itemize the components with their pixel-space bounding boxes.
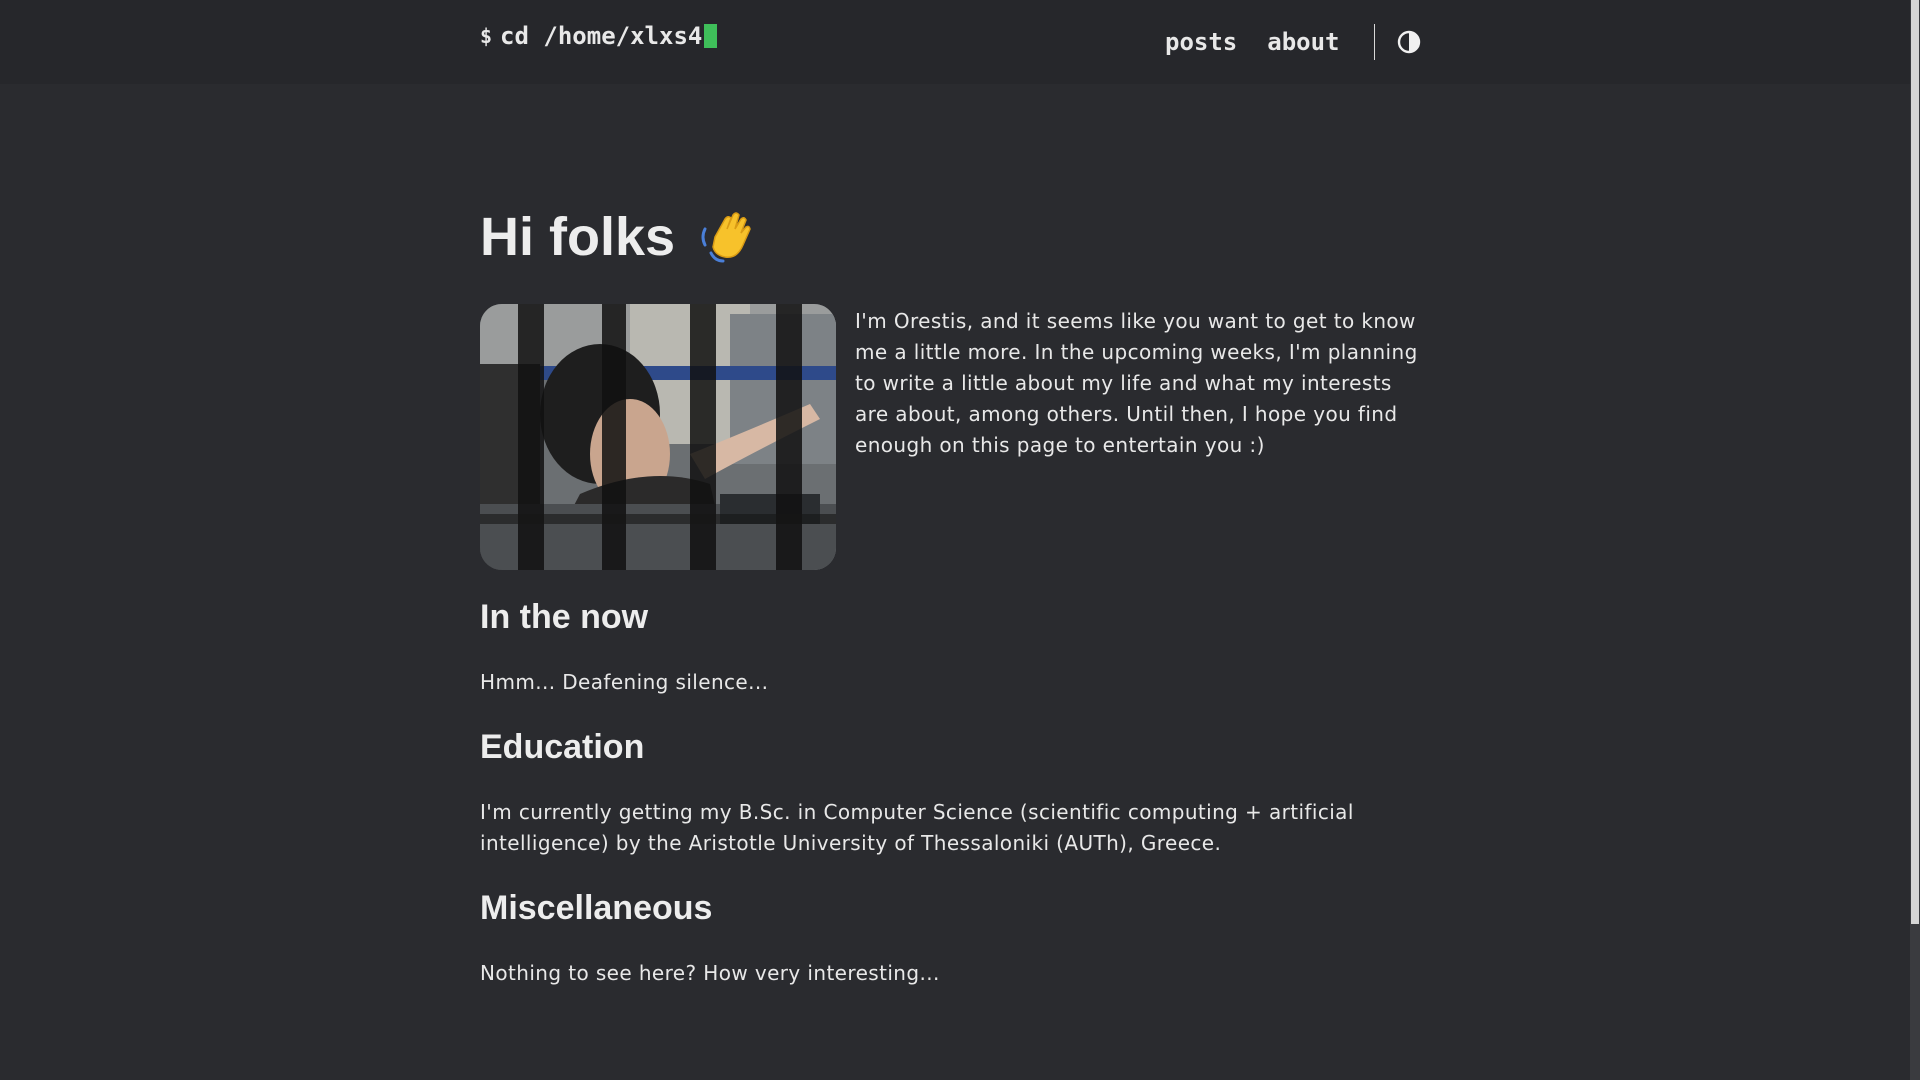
section-text: Nothing to see here? How very interestin…	[480, 961, 940, 985]
waving-hand-icon	[697, 207, 757, 267]
section-miscellaneous: Miscellaneous Nothing to see here? How v…	[480, 889, 1430, 989]
section-heading: In the now	[480, 598, 649, 636]
intro-block: I'm Orestis, and it seems like you want …	[480, 304, 1430, 570]
section-in-the-now: In the now Hmm... Deafening silence...	[480, 598, 1430, 698]
prompt-symbol: $	[480, 24, 493, 48]
section-heading: Miscellaneous	[480, 889, 713, 927]
site-logo[interactable]: $ cd /home/xlxs4	[480, 22, 718, 50]
section-heading: Education	[480, 728, 645, 766]
page-scrollbar[interactable]	[1910, 0, 1920, 1080]
page-title: Hi folks	[480, 200, 1430, 274]
section-education: Education I'm currently getting my B.Sc.…	[480, 728, 1430, 859]
profile-photo	[480, 304, 836, 570]
site-header: $ cd /home/xlxs4 posts about	[0, 0, 1910, 84]
page-title-text: Hi folks	[480, 207, 676, 267]
nav-link-about[interactable]: about	[1267, 28, 1339, 56]
nav-divider	[1373, 24, 1375, 60]
intro-text: I'm Orestis, and it seems like you want …	[855, 309, 1418, 457]
scrollbar-thumb[interactable]	[1911, 0, 1919, 924]
main-content: Hi folks I'm Orestis, and it seems like …	[480, 200, 1430, 989]
main-nav: posts about	[1165, 24, 1421, 60]
section-text: Hmm... Deafening silence...	[480, 670, 769, 694]
terminal-cursor	[704, 24, 718, 48]
nav-link-posts[interactable]: posts	[1165, 28, 1237, 56]
logo-command: cd /home/xlxs4	[500, 22, 703, 50]
section-text: I'm currently getting my B.Sc. in Comput…	[480, 800, 1354, 855]
contrast-icon[interactable]	[1397, 30, 1421, 54]
